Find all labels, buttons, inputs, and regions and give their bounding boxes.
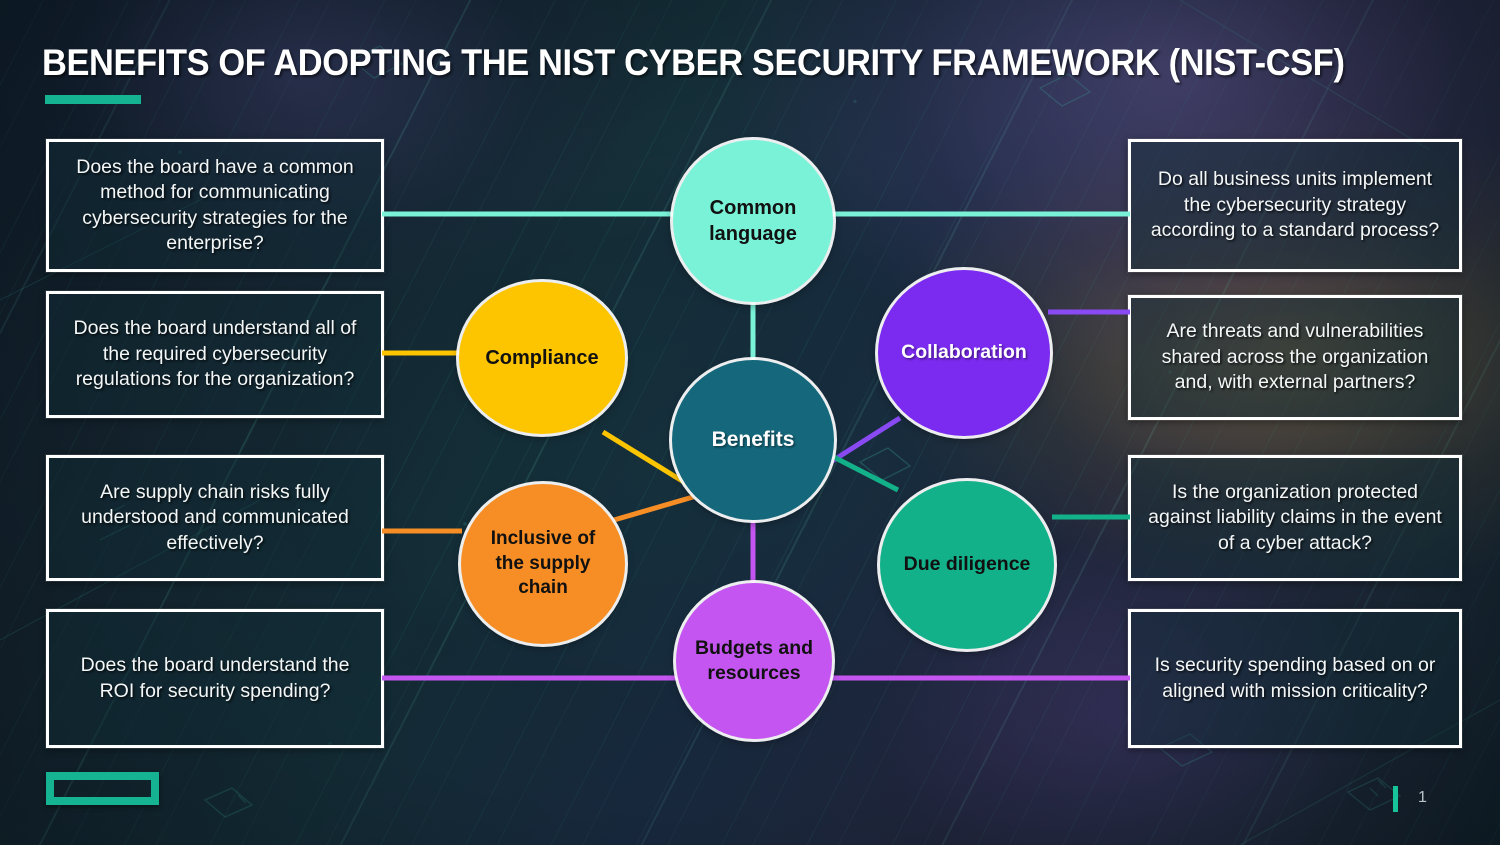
node-label: Collaboration — [901, 341, 1027, 364]
node-label: Inclusive of the supply chain — [490, 527, 596, 599]
node-due-diligence[interactable]: Due diligence — [880, 481, 1054, 649]
node-label: Compliance — [485, 347, 599, 369]
node-budgets-and-resources[interactable]: Budgets and resources — [676, 583, 832, 739]
node-label: Common language — [709, 197, 797, 245]
node-benefits-center[interactable]: Benefits — [672, 360, 834, 520]
node-label: Budgets and resources — [694, 636, 814, 684]
connector-supply-chain-center — [613, 494, 694, 523]
node-label: Due diligence — [903, 553, 1031, 576]
node-label: Benefits — [711, 428, 795, 452]
slide-canvas: BENEFITS OF ADOPTING THE NIST CYBER SECU… — [0, 0, 1500, 845]
node-compliance[interactable]: Compliance — [459, 282, 625, 434]
node-common-language[interactable]: Common language — [673, 140, 833, 302]
node-collaboration[interactable]: Collaboration — [878, 270, 1050, 436]
node-inclusive-supply-chain[interactable]: Inclusive of the supply chain — [461, 484, 625, 644]
